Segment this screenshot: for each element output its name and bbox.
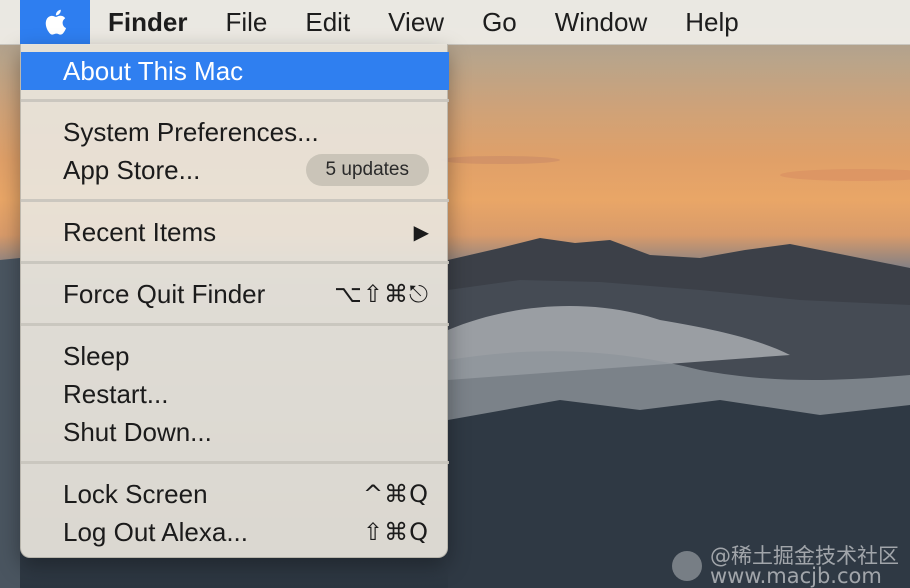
watermark: @稀土掘金技术社区 www.macjb.com [672, 544, 899, 588]
menubar-go[interactable]: Go [463, 0, 536, 44]
menu-item-sleep[interactable]: Sleep [21, 337, 449, 375]
submenu-arrow-icon: ▶ [413, 221, 429, 244]
log-out-shortcut: ⇧⌘Q [363, 518, 429, 546]
menu-item-recent-items[interactable]: Recent Items ▶ [21, 213, 449, 251]
menu-separator [21, 323, 449, 326]
menu-separator [21, 261, 449, 264]
menu-item-label: Sleep [63, 340, 130, 371]
menu-item-app-store[interactable]: App Store... 5 updates [21, 151, 449, 189]
menu-item-label: About This Mac [63, 55, 244, 86]
watermark-line1: @稀土掘金技术社区 [710, 544, 899, 568]
menu-item-label: Restart... [63, 378, 169, 409]
lock-screen-shortcut: ^⌘Q [363, 480, 429, 508]
watermark-line2: www.macjb.com [710, 564, 882, 588]
menu-item-about-this-mac[interactable]: About This Mac [21, 52, 449, 90]
menu-item-label: Log Out Alexa... [63, 516, 249, 547]
menu-separator [21, 461, 449, 464]
menu-bar: Finder File Edit View Go Window Help [0, 0, 910, 45]
menu-item-label: Shut Down... [63, 416, 212, 447]
menu-item-system-preferences[interactable]: System Preferences... [21, 113, 449, 151]
menu-item-label: Lock Screen [63, 478, 208, 509]
menu-separator [21, 99, 449, 102]
menubar-view[interactable]: View [369, 0, 463, 44]
menu-item-force-quit[interactable]: Force Quit Finder ⌥⇧⌘⎋ [21, 275, 449, 313]
menu-separator [21, 199, 449, 202]
force-quit-shortcut: ⌥⇧⌘⎋ [334, 280, 429, 308]
menu-item-lock-screen[interactable]: Lock Screen ^⌘Q [21, 475, 449, 513]
apple-menu-dropdown: About This Mac System Preferences... App… [20, 44, 449, 558]
apple-logo-icon [45, 9, 66, 35]
menu-item-restart[interactable]: Restart... [21, 375, 449, 413]
menu-item-label: System Preferences... [63, 116, 319, 147]
watermark-logo-icon [672, 551, 702, 581]
menu-item-label: App Store... [63, 154, 201, 185]
menu-item-shut-down[interactable]: Shut Down... [21, 413, 449, 451]
menubar-file[interactable]: File [206, 0, 286, 44]
apple-menu-button[interactable] [20, 0, 90, 44]
menubar-help[interactable]: Help [666, 0, 757, 44]
menubar-window[interactable]: Window [536, 0, 666, 44]
menubar-app-finder[interactable]: Finder [90, 0, 206, 44]
menu-item-label: Force Quit Finder [63, 278, 266, 309]
desktop-wallpaper: Finder File Edit View Go Window Help Abo… [0, 0, 910, 588]
menu-item-label: Recent Items [63, 216, 217, 247]
menubar-edit[interactable]: Edit [286, 0, 369, 44]
menu-item-log-out[interactable]: Log Out Alexa... ⇧⌘Q [21, 513, 449, 551]
updates-badge: 5 updates [305, 154, 429, 186]
